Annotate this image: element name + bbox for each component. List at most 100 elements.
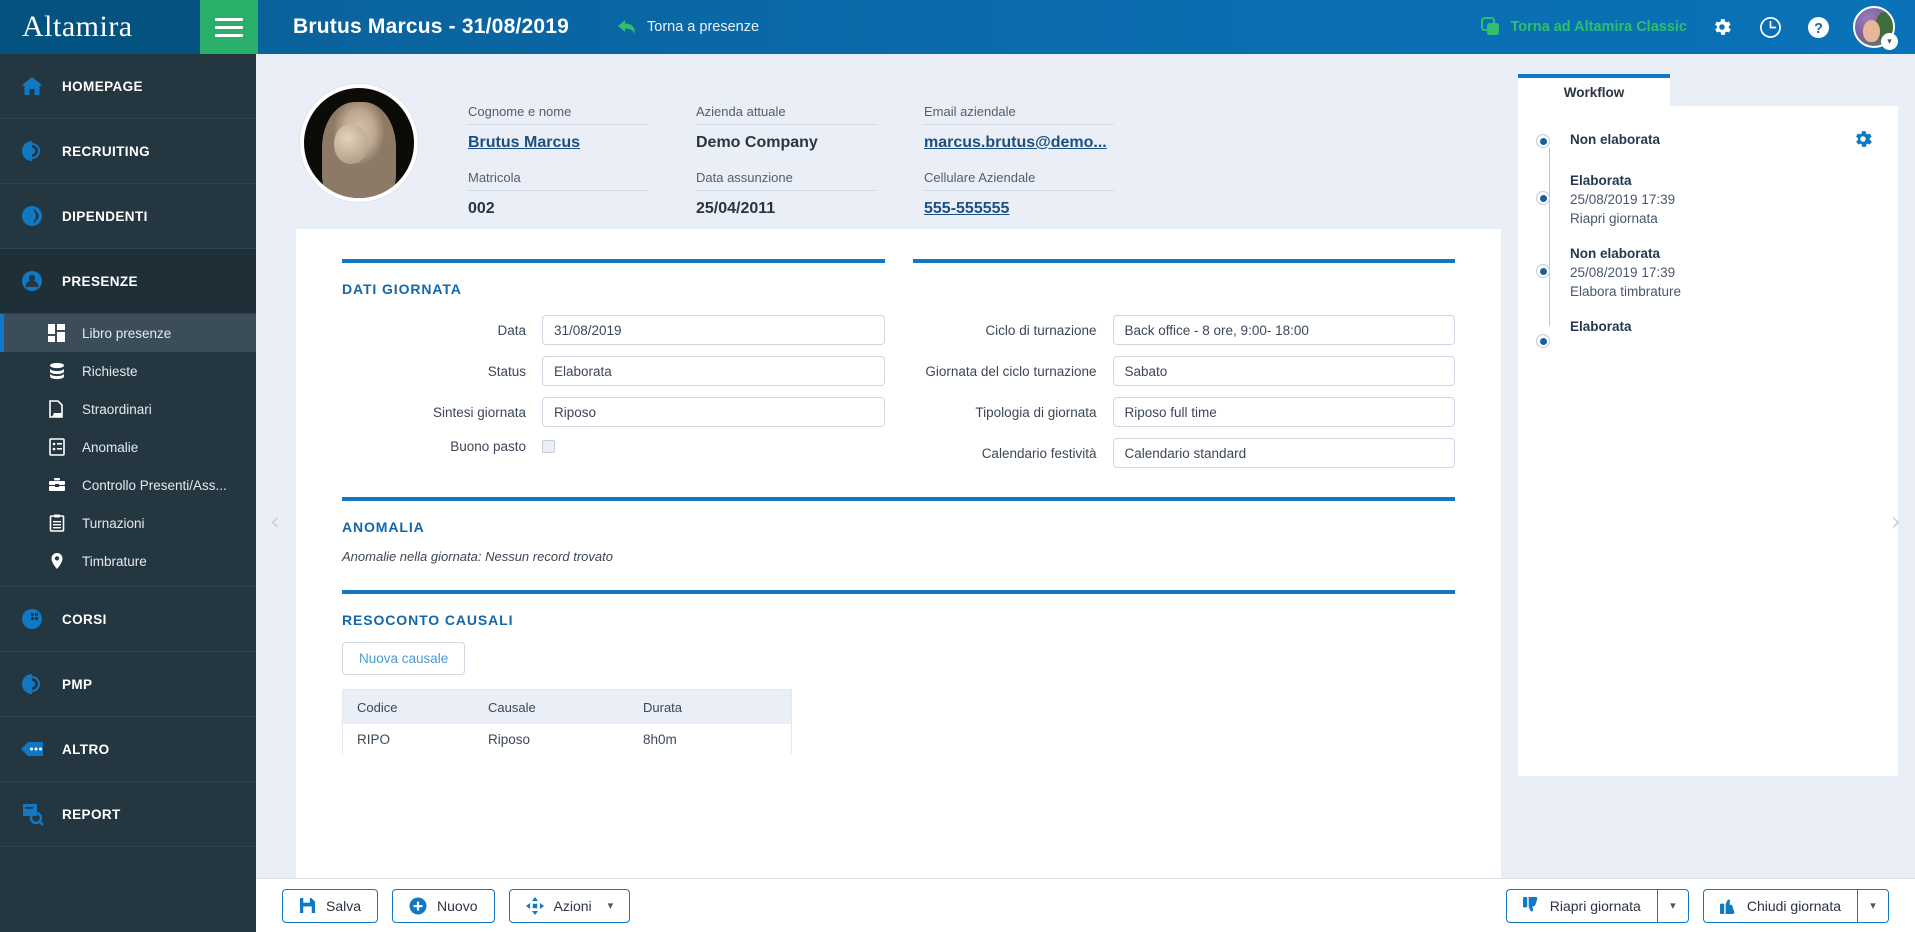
sidebar-sublabel: Controllo Presenti/Ass...: [82, 477, 227, 493]
input-sintesi-giornata[interactable]: [542, 397, 885, 427]
sidebar-item-libro-presenze[interactable]: Libro presenze: [0, 314, 256, 352]
sidebar-label: RECRUITING: [62, 143, 150, 159]
sidebar-item-anomalie[interactable]: Anomalie: [0, 428, 256, 466]
svg-text:?: ?: [1814, 20, 1823, 36]
checkbox-buono-pasto[interactable]: [542, 440, 555, 453]
tab-workflow[interactable]: Workflow: [1518, 74, 1670, 106]
form-row-data: Data: [342, 315, 885, 345]
section-bars-row: DATI GIORNATA: [296, 229, 1501, 297]
workflow-step: Elaborata 25/08/2019 17:39 Riapri giorna…: [1536, 171, 1872, 228]
form-row-sintesi: Sintesi giornata: [342, 397, 885, 427]
field-value-company: Demo Company: [696, 134, 818, 151]
sidebar-item-timbrature[interactable]: Timbrature: [0, 542, 256, 580]
altamira-classic-link[interactable]: Torna ad Altamira Classic: [1480, 17, 1687, 37]
input-status[interactable]: [542, 356, 885, 386]
nuova-causale-button[interactable]: Nuova causale: [342, 642, 466, 675]
form-row-giornata-ciclo: Giornata del ciclo turnazione: [913, 356, 1455, 386]
label-data: Data: [497, 322, 526, 338]
report-icon: [18, 802, 46, 826]
workflow-step: Non elaborata 25/08/2019 17:39 Elabora t…: [1536, 244, 1872, 301]
workflow-steps: Non elaborata Elaborata 25/08/2019 17:39…: [1536, 130, 1872, 348]
workflow-step-name: Non elaborata: [1570, 246, 1661, 261]
field-value-email[interactable]: marcus.brutus@demo...: [924, 125, 1114, 152]
workflow-step-date: 25/08/2019 17:39: [1570, 265, 1676, 280]
cell-codice: RIPO: [357, 731, 391, 747]
actions-button[interactable]: Azioni ▾: [508, 888, 631, 923]
right-section-bar-wrap: [912, 259, 1455, 297]
back-to-presenze-link[interactable]: Torna a presenze: [617, 19, 759, 35]
input-tipologia-giornata[interactable]: [1112, 397, 1455, 427]
profile-field: Email aziendale marcus.brutus@demo...: [924, 104, 1114, 152]
field-value-phone[interactable]: 555-555555: [924, 191, 1114, 218]
sidebar-item-richieste[interactable]: Richieste: [0, 352, 256, 390]
help-icon[interactable]: ?: [1805, 14, 1831, 40]
hamburger-icon[interactable]: [200, 0, 258, 54]
recruiting-icon: [18, 139, 46, 163]
save-label: Salva: [326, 897, 362, 914]
sidebar-item-homepage[interactable]: HOMEPAGE: [0, 54, 256, 119]
workflow-step-dot: [1536, 264, 1550, 278]
sidebar-item-straordinari[interactable]: Straordinari: [0, 390, 256, 428]
main-content: ‹ › Cognome e nome Brutus Marcus Matrico…: [256, 54, 1915, 932]
workflow-panel: Non elaborata Elaborata 25/08/2019 17:39…: [1518, 106, 1898, 776]
hamburger-bar: [215, 25, 243, 29]
move-arrows-icon: [525, 896, 544, 915]
form-row-tipologia: Tipologia di giornata: [913, 397, 1455, 427]
next-day-arrow-icon[interactable]: ›: [1883, 509, 1909, 535]
hamburger-bar: [215, 17, 243, 21]
sidebar-item-dipendenti[interactable]: DIPENDENTI: [0, 184, 256, 249]
briefcase-icon: [46, 476, 68, 494]
sidebar-label: HOMEPAGE: [62, 78, 143, 94]
close-day-button[interactable]: Chiudi giornata: [1702, 888, 1857, 923]
prev-day-arrow-icon[interactable]: ‹: [262, 509, 288, 535]
input-giornata-ciclo-turnazione[interactable]: [1112, 356, 1455, 386]
workflow-step-dot: [1536, 134, 1550, 148]
sidebar-item-pmp[interactable]: PMP: [0, 652, 256, 717]
thumbs-up-icon: [1719, 897, 1737, 914]
input-ciclo-turnazione[interactable]: [1112, 315, 1455, 345]
sidebar-sublabel: Libro presenze: [82, 325, 172, 341]
close-day-dropdown-icon[interactable]: ▾: [1857, 888, 1889, 923]
sidebar-item-altro[interactable]: ALTRO: [0, 717, 256, 782]
back-link-label: Torna a presenze: [647, 19, 760, 35]
clipboard-icon: [46, 514, 68, 532]
sidebar-item-recruiting[interactable]: RECRUITING: [0, 119, 256, 184]
form-left-column: Data Status Sintesi giornata Buono pasto: [342, 315, 885, 479]
profile-field: Cognome e nome Brutus Marcus: [468, 104, 648, 152]
hamburger-bar: [215, 33, 243, 37]
table-row[interactable]: RIPO Riposo 8h0m: [343, 724, 791, 754]
clock-icon[interactable]: [1757, 14, 1783, 40]
label-sintesi-giornata: Sintesi giornata: [432, 404, 526, 420]
input-calendario-festivita[interactable]: [1112, 438, 1455, 468]
field-label: Cognome e nome: [468, 104, 648, 125]
cell-durata: 8h0m: [643, 731, 677, 747]
reopen-day-button[interactable]: Riapri giornata: [1505, 888, 1657, 923]
altamira-classic-label: Torna ad Altamira Classic: [1510, 19, 1687, 35]
reopen-day-label: Riapri giornata: [1549, 897, 1641, 914]
save-button[interactable]: Salva: [282, 888, 379, 923]
column-header-codice: Codice: [357, 699, 398, 715]
attendance-icon: [18, 269, 46, 293]
input-data[interactable]: [542, 315, 885, 345]
sidebar-item-turnazioni[interactable]: Turnazioni: [0, 504, 256, 542]
avatar[interactable]: ▾: [1853, 6, 1898, 50]
chevron-down-icon[interactable]: ▾: [1881, 33, 1898, 50]
workflow-step-name: Elaborata: [1570, 173, 1632, 188]
dati-giornata-title: DATI GIORNATA: [342, 281, 462, 297]
gear-icon[interactable]: [1709, 14, 1735, 40]
field-value-name[interactable]: Brutus Marcus: [468, 125, 648, 152]
brand-logo[interactable]: Altamira: [0, 0, 200, 54]
field-label: Email aziendale: [924, 104, 1114, 125]
application-window: Altamira Brutus Marcus - 31/08/2019 Torn…: [0, 0, 1915, 932]
close-day-split-button: Chiudi giornata ▾: [1702, 888, 1889, 923]
presenze-submenu: Libro presenze Richieste Straordinari An…: [0, 314, 256, 587]
actions-label: Azioni: [553, 897, 592, 914]
field-value-matricola: 002: [468, 200, 495, 217]
sidebar-item-corsi[interactable]: CORSI: [0, 587, 256, 652]
employee-photo[interactable]: [300, 84, 418, 202]
sidebar-item-report[interactable]: REPORT: [0, 782, 256, 847]
new-button[interactable]: Nuovo: [392, 888, 495, 923]
sidebar-item-controllo-presenti[interactable]: Controllo Presenti/Ass...: [0, 466, 256, 504]
reopen-day-dropdown-icon[interactable]: ▾: [1656, 888, 1689, 923]
sidebar-item-presenze[interactable]: PRESENZE: [0, 249, 256, 314]
